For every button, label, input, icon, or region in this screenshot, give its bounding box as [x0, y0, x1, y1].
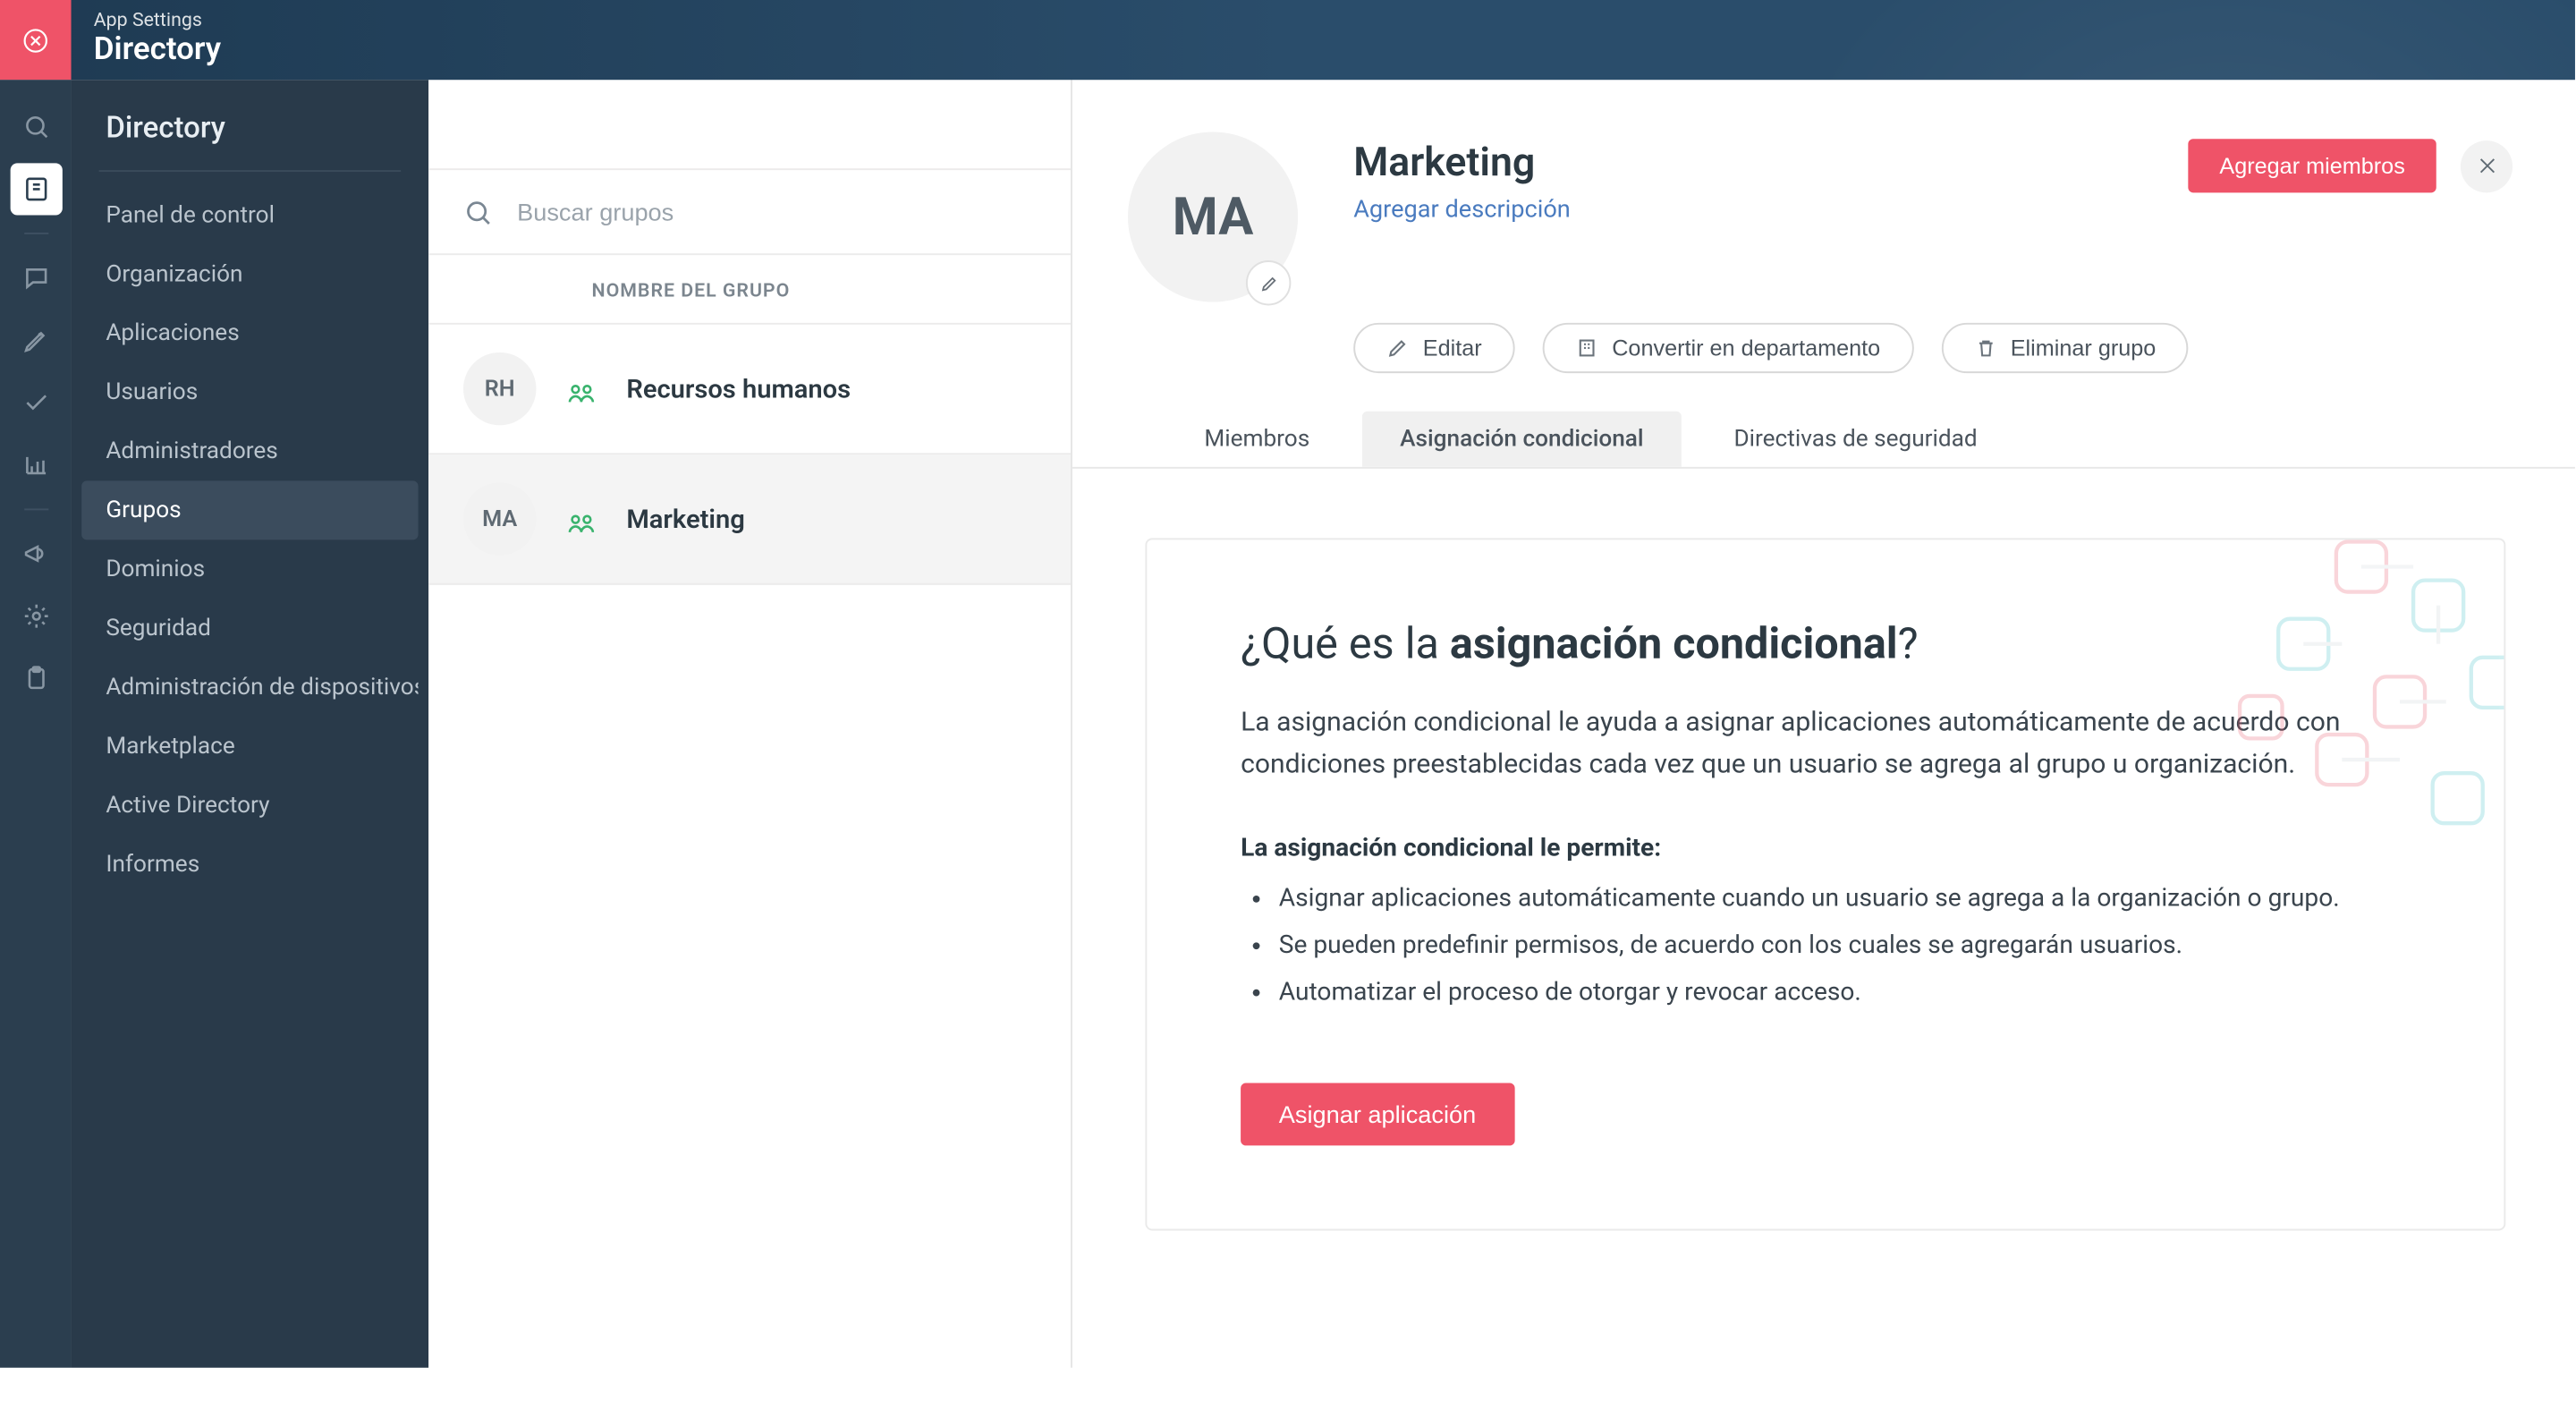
- sidebar-item-groups[interactable]: Grupos: [81, 480, 418, 539]
- rail-separator: [23, 508, 47, 510]
- detail-panel: MA Marketing Agregar descripción Agregar…: [1072, 80, 2575, 1367]
- search-icon: [21, 113, 49, 140]
- edit-avatar-button[interactable]: [1246, 260, 1291, 305]
- sidebar-item-users[interactable]: Usuarios: [81, 362, 418, 421]
- edit-group-button[interactable]: Editar: [1353, 323, 1514, 373]
- group-avatar: MA: [463, 482, 536, 555]
- rail-directory[interactable]: [10, 163, 62, 215]
- tab-security-policies[interactable]: Directivas de seguridad: [1696, 412, 2016, 467]
- button-label: Editar: [1423, 335, 1482, 361]
- search-icon: [463, 197, 493, 226]
- bullet-item: Automatizar el proceso de otorgar y revo…: [1279, 977, 2411, 1007]
- group-name: Marketing: [626, 504, 744, 535]
- building-icon: [1575, 336, 1597, 359]
- sidebar-divider: [99, 170, 402, 172]
- directory-icon: [21, 175, 49, 203]
- pencil-icon: [1258, 274, 1277, 293]
- bullet-item: Se pueden predefinir permisos, de acuerd…: [1279, 930, 2411, 960]
- sidebar-item-organization[interactable]: Organización: [81, 245, 418, 304]
- rail-reports[interactable]: [10, 314, 62, 366]
- conditional-assignment-card: ¿Qué es la asignación condicional? La as…: [1145, 538, 2505, 1230]
- rail-separator: [23, 233, 47, 234]
- sidebar-item-applications[interactable]: Aplicaciones: [81, 304, 418, 363]
- megaphone-icon: [21, 539, 49, 567]
- sidebar-item-dashboard[interactable]: Panel de control: [81, 186, 418, 245]
- group-search-row: [428, 168, 1071, 255]
- sidebar-item-reports[interactable]: Informes: [81, 835, 418, 894]
- rail-tasks[interactable]: [10, 377, 62, 429]
- close-overlay-button[interactable]: [0, 0, 72, 80]
- rail-clipboard[interactable]: [10, 652, 62, 704]
- close-panel-button[interactable]: [2461, 140, 2512, 191]
- sidebar-item-security[interactable]: Seguridad: [81, 599, 418, 658]
- card-subheading: La asignación condicional le permite:: [1241, 833, 2411, 862]
- assign-application-button[interactable]: Asignar aplicación: [1241, 1083, 1514, 1146]
- icon-rail: [0, 80, 72, 1367]
- delete-group-button[interactable]: Eliminar grupo: [1941, 323, 2189, 373]
- group-search-input[interactable]: [517, 198, 1036, 225]
- group-avatar: RH: [463, 352, 536, 425]
- sidebar-title: Directory: [72, 80, 429, 170]
- pencil-icon: [1386, 336, 1409, 359]
- bullet-item: Asignar aplicaciones automáticamente cua…: [1279, 884, 2411, 913]
- rail-chat[interactable]: [10, 251, 62, 303]
- button-label: Eliminar grupo: [2011, 335, 2157, 361]
- rail-announce[interactable]: [10, 528, 62, 580]
- people-icon: [567, 378, 595, 399]
- avatar-initials: MA: [1173, 187, 1254, 248]
- sidebar-item-domains[interactable]: Dominios: [81, 539, 418, 599]
- detail-tabs: MiembrosAsignación condicional Directivas…: [1072, 373, 2575, 469]
- rail-search[interactable]: [10, 101, 62, 153]
- close-icon: [2475, 155, 2497, 177]
- rail-analytics[interactable]: [10, 439, 62, 491]
- groups-column: NOMBRE DEL GRUPO RH Recursos humanos MA …: [428, 80, 1072, 1367]
- app-header: App Settings Directory: [0, 0, 2575, 80]
- rail-extensions[interactable]: [10, 590, 62, 642]
- clipboard-icon: [21, 665, 49, 692]
- group-title: Marketing: [1353, 139, 2132, 185]
- sidebar-item-marketplace[interactable]: Marketplace: [81, 717, 418, 776]
- add-members-button[interactable]: Agregar miembros: [2188, 139, 2436, 192]
- chart-icon: [21, 451, 49, 479]
- header-title: Directory: [94, 31, 221, 69]
- card-heading: ¿Qué es la asignación condicional?: [1241, 620, 2411, 670]
- puzzle-icon: [21, 602, 49, 630]
- group-column-header: NOMBRE DEL GRUPO: [428, 255, 1071, 325]
- trash-icon: [1974, 336, 1996, 359]
- card-bullet-list: Asignar aplicaciones automáticamente cua…: [1241, 884, 2411, 1007]
- group-name: Recursos humanos: [626, 373, 851, 404]
- tab-members[interactable]: Miembros: [1166, 412, 1348, 467]
- card-description: La asignación condicional le ayuda a asi…: [1241, 701, 2411, 785]
- sidebar: Directory Panel de controlOrganizaciónAp…: [72, 80, 429, 1367]
- convert-department-button[interactable]: Convertir en departamento: [1543, 323, 1913, 373]
- group-row[interactable]: MA Marketing: [428, 454, 1071, 585]
- pencil-icon: [21, 327, 49, 354]
- check-icon: [21, 389, 49, 417]
- group-row[interactable]: RH Recursos humanos: [428, 325, 1071, 455]
- header-title-group: App Settings Directory: [94, 11, 221, 69]
- sidebar-item-active-directory[interactable]: Active Directory: [81, 776, 418, 835]
- sidebar-item-device-mgmt[interactable]: Administración de dispositivos: [81, 658, 418, 717]
- close-icon: [22, 27, 48, 53]
- people-icon: [567, 508, 595, 529]
- sidebar-item-admins[interactable]: Administradores: [81, 421, 418, 480]
- tab-conditional[interactable]: Asignación condicional: [1361, 412, 1682, 467]
- group-avatar-large: MA: [1128, 132, 1298, 302]
- group-action-row: Editar Convertir en departamento Elimina…: [1072, 302, 2575, 374]
- chat-icon: [21, 264, 49, 292]
- header-subtitle: App Settings: [94, 11, 221, 31]
- add-description-link[interactable]: Agregar descripción: [1353, 196, 2132, 224]
- button-label: Convertir en departamento: [1612, 335, 1880, 361]
